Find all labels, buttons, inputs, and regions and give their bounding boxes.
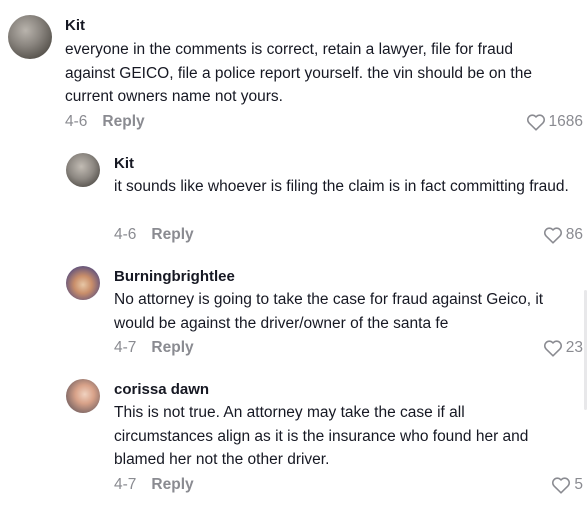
avatar[interactable] (66, 153, 100, 187)
comment-text: it sounds like whoever is filing the cla… (114, 178, 569, 195)
like-button[interactable]: 1686 (526, 112, 583, 132)
like-button[interactable]: 23 (543, 338, 583, 358)
heart-outline-icon (526, 113, 546, 131)
comment-date: 4-6 (65, 113, 88, 130)
like-count: 1686 (548, 113, 583, 130)
reply-button[interactable]: Reply (151, 226, 193, 243)
like-count: 86 (565, 226, 583, 243)
comment-meta: 4-6 Reply (114, 225, 194, 245)
comment-date: 4-6 (114, 226, 137, 243)
reply-button[interactable]: Reply (151, 476, 193, 493)
like-button[interactable]: 5 (551, 475, 583, 495)
like-count: 5 (574, 476, 583, 493)
comment-meta: 4-6 Reply (65, 112, 145, 132)
like-count: 23 (565, 339, 583, 356)
comment-meta: 4-7 Reply (114, 338, 194, 358)
heart-outline-icon (543, 339, 563, 357)
comment-text: No attorney is going to take the case fo… (114, 291, 544, 332)
comment-author[interactable]: corissa dawn (114, 381, 209, 399)
heart-outline-icon (543, 226, 563, 244)
comment-text: This is not true. An attorney may take t… (114, 404, 529, 468)
comment-meta: 4-7 Reply (114, 475, 194, 495)
avatar[interactable] (66, 266, 100, 300)
comment-date: 4-7 (114, 339, 137, 356)
comment-text: everyone in the comments is correct, ret… (65, 41, 532, 105)
heart-outline-icon (551, 476, 571, 494)
comment-date: 4-7 (114, 476, 137, 493)
avatar[interactable] (8, 15, 52, 59)
comment-author[interactable]: Kit (114, 155, 134, 173)
like-button[interactable]: 86 (543, 225, 583, 245)
avatar[interactable] (66, 379, 100, 413)
reply-button[interactable]: Reply (102, 113, 144, 130)
reply-button[interactable]: Reply (151, 339, 193, 356)
comment-author[interactable]: Kit (65, 17, 85, 35)
comment-author[interactable]: Burningbrightlee (114, 268, 235, 286)
